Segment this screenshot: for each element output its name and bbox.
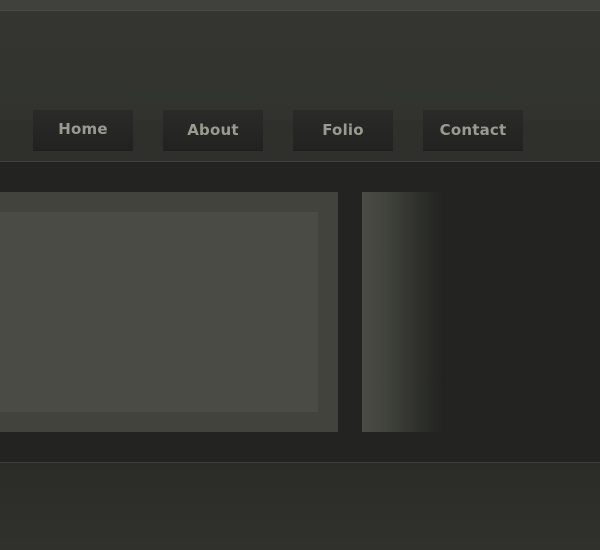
main-navigation: Home About Folio Contact [0, 110, 600, 150]
slideshow-image-placeholder[interactable] [0, 212, 318, 412]
nav-about-button[interactable]: About [163, 110, 263, 150]
nav-about-label: About [187, 121, 239, 139]
nav-folio-label: Folio [322, 121, 364, 139]
nav-home-button[interactable]: Home [33, 110, 133, 150]
slideshow-frame [0, 192, 338, 432]
nav-folio-button[interactable]: Folio [293, 110, 393, 150]
content-band [0, 162, 600, 462]
top-strip [0, 0, 600, 11]
nav-contact-label: Contact [439, 121, 507, 139]
nav-home-label: Home [58, 120, 108, 138]
side-preview-panel[interactable] [362, 192, 442, 432]
site-footer [0, 463, 600, 550]
nav-contact-button[interactable]: Contact [423, 110, 523, 150]
